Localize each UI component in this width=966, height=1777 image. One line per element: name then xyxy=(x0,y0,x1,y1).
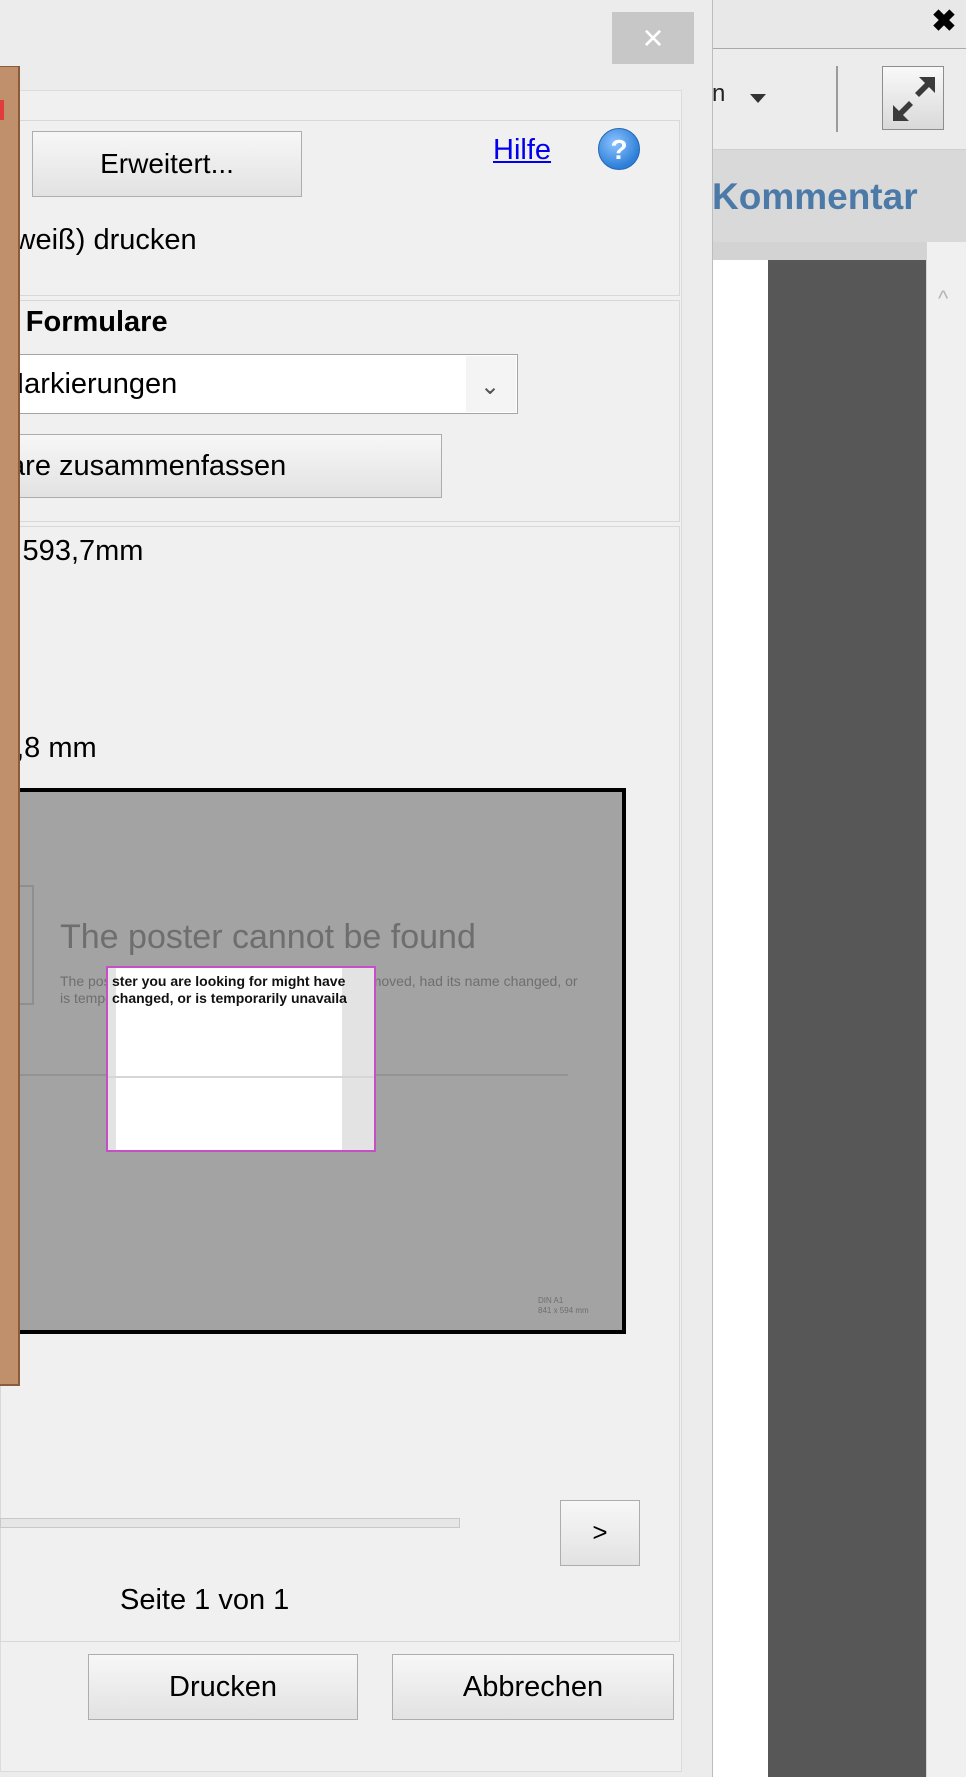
document-scrollbar[interactable] xyxy=(926,242,966,1777)
scroll-up-icon[interactable]: ^ xyxy=(938,286,948,312)
help-link[interactable]: Hilfe xyxy=(493,134,551,167)
toolbar-dropdown-label[interactable]: n xyxy=(712,80,725,108)
page-slider[interactable] xyxy=(0,1518,460,1528)
advanced-button[interactable]: Erweitert... xyxy=(32,131,302,197)
toolbar-separator xyxy=(836,66,838,132)
preview-heading: The poster cannot be found xyxy=(60,918,476,956)
print-button[interactable]: Drucken xyxy=(88,1654,358,1720)
print-area-text: ster you are looking for might have chan… xyxy=(112,973,347,1006)
overlay-strip xyxy=(0,66,20,1386)
toolbar-chevron-down-icon[interactable] xyxy=(750,94,766,103)
preview-page-size-label: DIN A1 841 x 594 mm xyxy=(538,1296,589,1315)
expand-icon xyxy=(893,77,935,121)
document-background xyxy=(768,260,926,1777)
summarize-comments-label: tare zusammenfassen xyxy=(1,450,287,482)
comments-forms-heading: d Formulare xyxy=(0,306,168,338)
next-page-button[interactable]: > xyxy=(560,1500,640,1566)
fullscreen-button[interactable] xyxy=(882,66,944,130)
grayscale-checkbox-label[interactable]: zweiß) drucken xyxy=(0,224,197,257)
page-indicator: Seite 1 von 1 xyxy=(120,1584,290,1616)
paper-size-readout: x 593,7mm xyxy=(0,535,144,567)
print-area-divider xyxy=(108,1076,374,1078)
cancel-button[interactable]: Abbrechen xyxy=(392,1654,674,1720)
document-page xyxy=(712,260,768,1777)
summarize-comments-button[interactable]: tare zusammenfassen xyxy=(0,434,442,498)
help-icon[interactable]: ? xyxy=(598,128,640,170)
app-title-bar xyxy=(700,0,966,48)
dialog-close-button[interactable]: × xyxy=(612,12,694,64)
tab-comment[interactable]: Kommentar xyxy=(712,176,918,218)
app-close-icon[interactable]: ✖ xyxy=(930,4,958,40)
overlay-strip-marker xyxy=(0,100,4,120)
comments-forms-select-value: Markierungen xyxy=(0,368,178,400)
chevron-down-icon[interactable]: ⌄ xyxy=(480,372,500,401)
